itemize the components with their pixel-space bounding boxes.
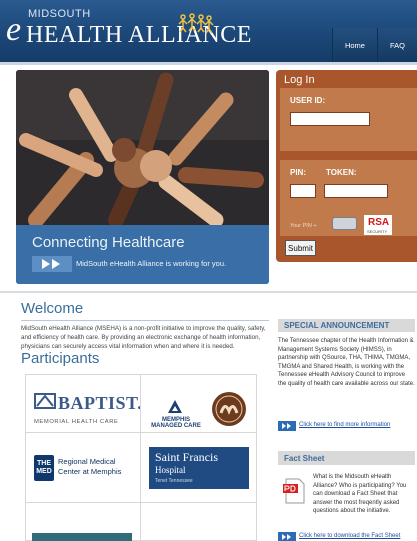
login-form: USER ID: PIN: TOKEN: Your PIN + RSA SECU… — [280, 88, 417, 236]
special-announcement-text: The Tennessee chapter of the Health Info… — [278, 338, 415, 387]
rsa-logo-sub: SECURITY — [367, 229, 388, 234]
saint-francis-name: Saint Francis — [155, 450, 218, 464]
header-rule — [0, 62, 417, 65]
login-title: Log In — [284, 74, 315, 86]
token-input[interactable] — [324, 184, 388, 198]
nav-home[interactable]: Home — [331, 28, 377, 62]
nav-faq[interactable]: FAQ — [376, 28, 417, 62]
pin-input[interactable] — [290, 184, 316, 198]
mmc-seal-icon — [212, 392, 246, 426]
rsa-logo: RSA SECURITY — [364, 215, 392, 235]
mmc-logo-icon — [168, 400, 182, 413]
top-nav: Home FAQ — [331, 28, 417, 62]
baptist-logo-icon — [34, 393, 56, 409]
participant-row3-right[interactable] — [141, 503, 256, 541]
logo-midsouth: MIDSOUTH — [28, 8, 91, 20]
participant-saint-francis[interactable]: Saint Francis Hospital Tenet Tennessee — [141, 433, 256, 503]
token-label: TOKEN: — [326, 168, 357, 177]
user-id-label: USER ID: — [290, 96, 326, 105]
download-fact-sheet-link[interactable]: Click here to download the Fact Sheet — [299, 533, 400, 539]
hands-photo — [16, 70, 269, 225]
double-arrow-icon — [32, 256, 72, 272]
user-id-input[interactable] — [290, 112, 370, 126]
pdf-icon — [283, 478, 305, 504]
participant-row3-left[interactable] — [26, 503, 141, 541]
hero-title: Connecting Healthcare — [32, 234, 185, 251]
baptist-sub: MEMORIAL HEALTH CARE — [34, 419, 119, 425]
saint-francis-hospital: Hospital — [155, 465, 186, 475]
login-panel: Log In USER ID: PIN: TOKEN: Your PIN + R… — [276, 70, 417, 262]
special-announcement-heading: SPECIAL ANNOUNCEMENT — [278, 319, 415, 332]
participant-baptist[interactable]: BAPTIST. MEMORIAL HEALTH CARE — [26, 375, 141, 433]
mmc-name: MEMPHIS MANAGED CARE — [151, 417, 201, 429]
participants-heading: Participants — [21, 350, 100, 367]
the-med-badge: THE MED — [34, 455, 54, 481]
welcome-rule — [21, 320, 269, 321]
securid-token-icon — [332, 217, 357, 230]
hero-subtitle: MidSouth eHealth Alliance is working for… — [76, 259, 227, 268]
saint-francis-logo: Saint Francis Hospital Tenet Tennessee — [149, 447, 249, 489]
saint-francis-tenet: Tenet Tennessee — [155, 478, 193, 484]
section-divider — [0, 291, 417, 293]
welcome-text: MidSouth eHealth Alliance (MSEHA) is a n… — [21, 325, 266, 350]
submit-button[interactable]: Submit — [285, 240, 316, 256]
participants-grid: BAPTIST. MEMORIAL HEALTH CARE MEMPHIS MA… — [25, 374, 257, 541]
rsa-logo-text: RSA — [368, 217, 390, 228]
pin-label: PIN: — [290, 168, 306, 177]
participant-memphis-managed-care[interactable]: MEMPHIS MANAGED CARE — [141, 375, 256, 433]
people-logo-icon — [178, 13, 214, 34]
find-more-info-link[interactable]: Click here to find more information — [299, 422, 390, 428]
logo-e-letter: e — [6, 11, 22, 48]
hero-banner: Connecting Healthcare MidSouth eHealth A… — [16, 70, 269, 284]
site-header: MIDSOUTH e HEALTH ALLIANCE Home FAQ — [0, 0, 417, 62]
participant-logo-partial — [32, 533, 132, 541]
your-pin-text: Your PIN + — [290, 223, 317, 229]
welcome-heading: Welcome — [21, 300, 84, 317]
double-arrow-icon — [278, 421, 296, 431]
double-arrow-icon — [278, 532, 296, 541]
login-separator — [280, 151, 417, 160]
logo-wordmark: HEALTH ALLIANCE — [26, 22, 252, 48]
fact-sheet-text: What is the Midsouth eHealth Alliance? W… — [313, 474, 407, 515]
site-logo[interactable]: MIDSOUTH e HEALTH ALLIANCE — [6, 8, 251, 54]
fact-sheet-heading: Fact Sheet — [278, 451, 415, 465]
the-med-name: Regional Medical Center at Memphis — [58, 457, 122, 476]
baptist-name: BAPTIST. — [58, 393, 141, 413]
participant-the-med[interactable]: THE MED Regional Medical Center at Memph… — [26, 433, 141, 503]
